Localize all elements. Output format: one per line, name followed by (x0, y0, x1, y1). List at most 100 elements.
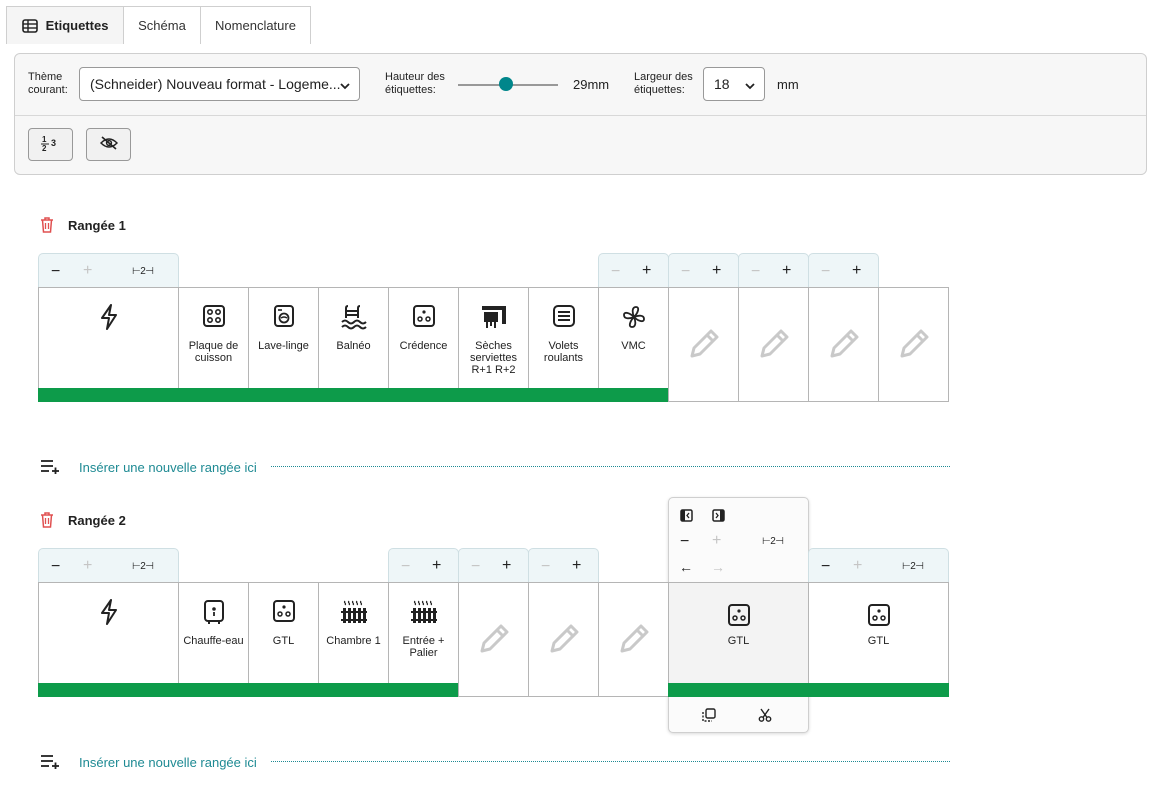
module-gtl-selected[interactable]: GTL (668, 582, 809, 697)
decrease-button[interactable]: − (541, 558, 550, 576)
module-seches-serviettes[interactable]: Sèches serviettes R+1 R+2 (458, 287, 529, 402)
insert-row-link[interactable]: Insérer une nouvelle rangée ici (40, 753, 950, 772)
decrease-button[interactable]: − (751, 263, 760, 281)
module-span: ⊢2⊣ (902, 561, 924, 572)
status-bar (808, 683, 949, 697)
module-name: Plaque de cuisson (188, 340, 239, 364)
insert-row-label: Insérer une nouvelle rangée ici (79, 460, 257, 475)
trash-icon[interactable] (38, 511, 56, 529)
module-empty[interactable] (598, 582, 669, 697)
outlet-icon (389, 304, 458, 328)
module-gtl[interactable]: GTL (808, 582, 949, 697)
decrease-button[interactable]: − (680, 533, 689, 551)
module-name: Volets roulants (543, 340, 584, 364)
status-bar (668, 683, 809, 697)
module-span: ⊢2⊣ (132, 561, 154, 572)
module-gtl[interactable]: GTL (248, 582, 319, 697)
status-bar (178, 388, 249, 402)
module-empty[interactable] (668, 287, 739, 402)
insert-row-link[interactable]: Insérer une nouvelle rangée ici (40, 458, 950, 477)
module-name: GTL (272, 635, 295, 647)
lightning-icon (39, 599, 178, 625)
increase-button[interactable]: + (83, 262, 92, 280)
cut-icon[interactable] (758, 708, 772, 725)
chevron-down-icon (339, 79, 351, 95)
insert-row-divider (271, 761, 950, 762)
lightning-icon (39, 304, 178, 330)
radiator-icon (319, 599, 388, 625)
status-bar (528, 388, 599, 402)
increase-button[interactable]: + (642, 262, 651, 280)
increase-button[interactable]: + (432, 557, 441, 575)
status-bar (178, 683, 249, 697)
outlet-icon (669, 603, 808, 627)
height-label: Hauteur des étiquettes: (385, 71, 445, 96)
module-credence[interactable]: Crédence (388, 287, 459, 402)
align-right-icon[interactable] (712, 509, 725, 525)
module-empty[interactable] (528, 582, 599, 697)
row-title: Rangée 2 (68, 512, 126, 528)
increase-button[interactable]: + (852, 262, 861, 280)
decrease-button[interactable]: − (611, 263, 620, 281)
module-name: VMC (621, 340, 646, 352)
status-bar (388, 683, 459, 697)
width-select[interactable]: 18 (703, 67, 765, 101)
status-bar (248, 388, 319, 402)
increase-button[interactable]: + (853, 557, 862, 575)
pool-icon (319, 304, 388, 330)
module-balneo[interactable]: Balnéo (318, 287, 389, 402)
tab-etiquettes[interactable]: Etiquettes (6, 6, 124, 44)
theme-select-value: (Schneider) Nouveau format - Logeme... (90, 76, 341, 92)
increase-button[interactable]: + (83, 557, 92, 575)
align-left-icon[interactable] (680, 509, 693, 525)
numbering-button[interactable]: 123 (28, 128, 73, 161)
decrease-button[interactable]: − (51, 558, 60, 576)
module-chauffe-eau[interactable]: Chauffe-eau (178, 582, 249, 697)
theme-select[interactable]: (Schneider) Nouveau format - Logeme... (79, 67, 360, 101)
width-label: Largeur des étiquettes: (634, 71, 693, 96)
duplicate-icon[interactable] (702, 708, 716, 725)
height-slider-thumb[interactable] (499, 77, 513, 91)
status-bar (38, 388, 179, 402)
tab-label: Etiquettes (45, 18, 109, 33)
module-plaque-de-cuisson[interactable]: Plaque de cuisson (178, 287, 249, 402)
decrease-button[interactable]: − (681, 263, 690, 281)
module-empty[interactable] (458, 582, 529, 697)
module-main-breaker[interactable] (38, 287, 179, 402)
decrease-button[interactable]: − (401, 558, 410, 576)
module-controls: − + (458, 548, 529, 583)
module-name: Crédence (399, 340, 448, 352)
module-empty[interactable] (738, 287, 809, 402)
module-volets-roulants[interactable]: Volets roulants (528, 287, 599, 402)
decrease-button[interactable]: − (821, 558, 830, 576)
arrow-right-icon[interactable]: → (711, 559, 725, 575)
outlet-icon (249, 599, 318, 623)
module-empty[interactable] (808, 287, 879, 402)
chevron-down-icon (744, 79, 756, 95)
increase-button[interactable]: + (572, 557, 581, 575)
tab-nomenclature[interactable]: Nomenclature (200, 6, 311, 44)
decrease-button[interactable]: − (51, 263, 60, 281)
tab-label: Schéma (138, 18, 186, 33)
module-lave-linge[interactable]: Lave-linge (248, 287, 319, 402)
module-empty[interactable] (878, 287, 949, 402)
status-bar (248, 683, 319, 697)
module-main-breaker[interactable] (38, 582, 179, 697)
arrow-left-icon[interactable]: ← (679, 559, 693, 575)
width-select-value: 18 (714, 76, 730, 92)
hide-button[interactable] (86, 128, 131, 161)
decrease-button[interactable]: − (471, 558, 480, 576)
increase-button[interactable]: + (782, 262, 791, 280)
module-controls: − + (388, 548, 459, 583)
trash-icon[interactable] (38, 216, 56, 234)
radiator-icon (389, 599, 458, 625)
increase-button[interactable]: + (502, 557, 511, 575)
increase-button[interactable]: + (712, 262, 721, 280)
module-chambre-1[interactable]: Chambre 1 (318, 582, 389, 697)
increase-button[interactable]: + (712, 532, 721, 550)
decrease-button[interactable]: − (821, 263, 830, 281)
tab-schema[interactable]: Schéma (123, 6, 201, 44)
module-vmc[interactable]: VMC (598, 287, 669, 402)
module-controls: − + (738, 253, 809, 288)
module-entree-palier[interactable]: Entrée + Palier (388, 582, 459, 697)
